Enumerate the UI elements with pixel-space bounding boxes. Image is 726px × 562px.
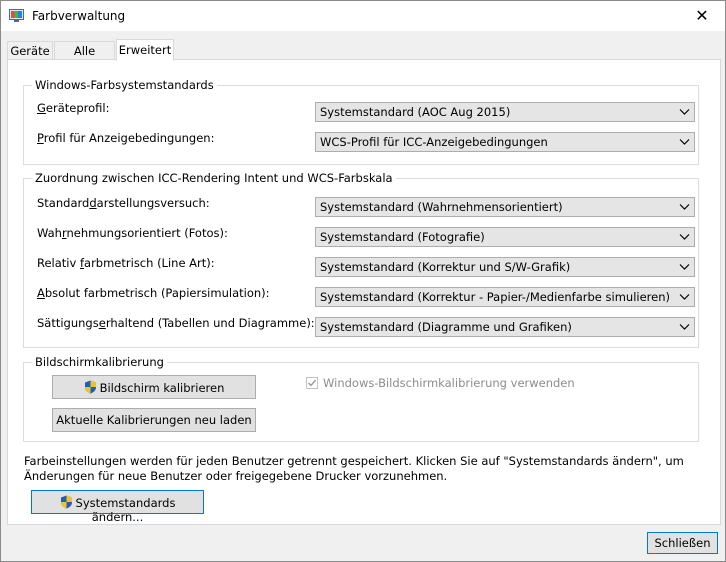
dropdown-value: Systemstandard (Korrektur - Papier-/Medi… xyxy=(320,290,670,304)
absolute-colorimetric-dropdown[interactable]: Systemstandard (Korrektur - Papier-/Medi… xyxy=(315,287,695,307)
calibrate-display-label: Bildschirm kalibrieren xyxy=(99,381,225,395)
close-button[interactable]: Schließen xyxy=(647,532,718,554)
relative-colorimetric-dropdown[interactable]: Systemstandard (Korrektur und S/W-Grafik… xyxy=(315,257,695,277)
change-system-defaults-label: Systemstandards ändern... xyxy=(75,496,176,524)
window-title: Farbverwaltung xyxy=(32,9,126,23)
saturation-dropdown[interactable]: Systemstandard (Diagramme und Grafiken) xyxy=(315,317,695,337)
tab-advanced[interactable]: Erweitert xyxy=(116,39,174,61)
dropdown-value: Systemstandard (AOC Aug 2015) xyxy=(320,105,511,119)
default-rendering-dropdown[interactable]: Systemstandard (Wahrnehmensorientiert) xyxy=(315,197,695,217)
dropdown-value: Systemstandard (Fotografie) xyxy=(320,230,485,244)
tab-devices[interactable]: Geräte xyxy=(7,41,53,61)
color-management-window: Farbverwaltung ✕ Geräte Alle Profile Erw… xyxy=(0,0,726,562)
uac-shield-icon xyxy=(60,495,72,509)
chevron-down-icon xyxy=(679,234,690,240)
close-window-button[interactable]: ✕ xyxy=(679,1,725,31)
chevron-down-icon xyxy=(679,109,690,115)
close-button-label: Schließen xyxy=(654,536,711,550)
reload-calibrations-label: Aktuelle Kalibrierungen neu laden xyxy=(56,413,252,427)
relative-colorimetric-label: Relativ farbmetrisch (Line Art): xyxy=(37,256,215,270)
dropdown-value: Systemstandard (Korrektur und S/W-Grafik… xyxy=(320,260,571,274)
device-profile-dropdown[interactable]: Systemstandard (AOC Aug 2015) xyxy=(315,102,695,122)
advanced-tab-panel: Windows-Farbsystemstandards Geräteprofil… xyxy=(7,59,721,525)
device-profile-label: Geräteprofil: xyxy=(37,101,110,115)
change-system-defaults-button[interactable]: Systemstandards ändern... xyxy=(31,490,204,524)
group-title: Windows-Farbsystemstandards xyxy=(32,78,217,92)
saturation-label: Sättigungserhaltend (Tabellen und Diagra… xyxy=(37,316,315,330)
tab-all-profiles[interactable]: Alle Profile xyxy=(54,41,115,77)
use-windows-calibration-checkbox[interactable] xyxy=(306,377,318,389)
group-title: Bildschirmkalibrierung xyxy=(32,355,167,369)
use-windows-calibration-label: Windows-Bildschirmkalibrierung verwenden xyxy=(323,376,575,390)
chevron-down-icon xyxy=(679,204,690,210)
checkmark-icon xyxy=(308,379,317,387)
chevron-down-icon xyxy=(679,294,690,300)
calibrate-display-button[interactable]: Bildschirm kalibrieren xyxy=(52,375,256,399)
perceptual-label: Wahrnehmungsorientiert (Fotos): xyxy=(37,226,228,240)
uac-shield-icon xyxy=(84,380,96,394)
absolute-colorimetric-label: Absolut farbmetrisch (Papiersimulation): xyxy=(37,286,270,300)
title-bar: Farbverwaltung ✕ xyxy=(1,1,725,31)
default-rendering-label: Standarddarstellungsversuch: xyxy=(37,196,210,210)
perceptual-dropdown[interactable]: Systemstandard (Fotografie) xyxy=(315,227,695,247)
group-title: Zuordnung zwischen ICC-Rendering Intent … xyxy=(32,171,396,185)
info-text: Farbeinstellungen werden für jeden Benut… xyxy=(24,454,684,483)
color-management-icon xyxy=(9,9,24,22)
reload-calibrations-button[interactable]: Aktuelle Kalibrierungen neu laden xyxy=(52,408,256,432)
dropdown-value: WCS-Profil für ICC-Anzeigebedingungen xyxy=(320,135,548,149)
dropdown-value: Systemstandard (Diagramme und Grafiken) xyxy=(320,320,572,334)
chevron-down-icon xyxy=(679,139,690,145)
close-icon: ✕ xyxy=(695,6,709,25)
viewing-conditions-label: Profil für Anzeigebedingungen: xyxy=(37,131,215,145)
color-system-defaults-group: Windows-Farbsystemstandards xyxy=(23,78,699,165)
chevron-down-icon xyxy=(679,264,690,270)
chevron-down-icon xyxy=(679,324,690,330)
viewing-conditions-dropdown[interactable]: WCS-Profil für ICC-Anzeigebedingungen xyxy=(315,132,695,152)
dropdown-value: Systemstandard (Wahrnehmensorientiert) xyxy=(320,200,563,214)
